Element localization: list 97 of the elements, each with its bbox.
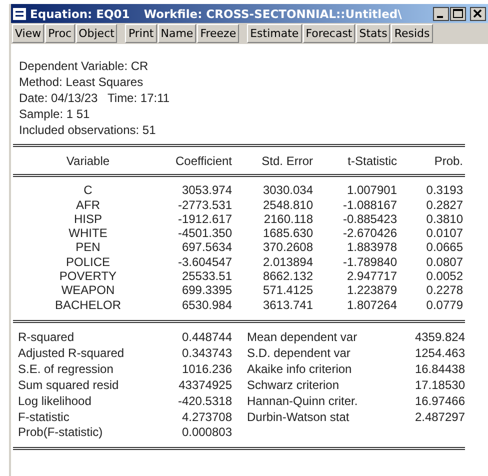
stat-value: 17.18530 bbox=[414, 378, 465, 394]
stat-label: Mean dependent var bbox=[247, 330, 358, 346]
output-header-line: Sample: 1 51 bbox=[19, 106, 91, 122]
table-cell-text: POVERTY bbox=[58, 269, 118, 284]
stat-value: 1254.463 bbox=[414, 346, 465, 362]
column-header: t-Statistic bbox=[346, 154, 397, 168]
table-cell-text: 3613.741 bbox=[262, 298, 313, 312]
toolbar-button[interactable]: Name bbox=[158, 24, 196, 43]
toolbar-button[interactable]: Object bbox=[76, 24, 118, 43]
table-cell-text: 3030.034 bbox=[262, 183, 313, 198]
stat-label: Adjusted R-squared bbox=[17, 346, 126, 362]
table-cell-text: 0.0107 bbox=[425, 226, 463, 240]
toolbar-button[interactable]: Stats bbox=[356, 24, 390, 43]
stat-value: 16.84438 bbox=[414, 362, 465, 378]
table-cell-text: 2.013894 bbox=[262, 254, 313, 270]
table-cell-text: 25533.51 bbox=[180, 269, 232, 284]
table-cell-text: 3053.974 bbox=[180, 183, 232, 198]
stat-label: Durbin-Watson stat bbox=[247, 410, 350, 426]
stat-value: 43374925 bbox=[178, 378, 232, 394]
table-cell-text: 1.223879 bbox=[346, 283, 397, 298]
stat-value: 4.273708 bbox=[180, 410, 232, 426]
stat-value: 4359.824 bbox=[414, 330, 465, 346]
table-cell-text: 699.3395 bbox=[180, 283, 232, 298]
output-header-line: Method: Least Squares bbox=[19, 74, 144, 90]
toolbar-button[interactable]: Proc bbox=[45, 24, 75, 43]
table-cell-text: 0.0807 bbox=[425, 254, 463, 270]
minimize-icon[interactable] bbox=[433, 6, 449, 20]
table-cell-text: 1.883978 bbox=[346, 240, 397, 255]
table-cell-text: -2.670426 bbox=[342, 226, 397, 240]
stat-label: Log likelihood bbox=[17, 394, 92, 410]
table-cell-text: -0.885423 bbox=[342, 212, 397, 226]
table-cell-text: POLICE bbox=[64, 254, 111, 270]
table-cell-text: PEN bbox=[74, 240, 102, 255]
stat-label: Hannan-Quinn criter. bbox=[247, 394, 359, 410]
table-cell-text: 0.3810 bbox=[425, 212, 463, 226]
table-cell-text: 1.007901 bbox=[346, 183, 397, 198]
stat-value: 0.343743 bbox=[180, 346, 232, 362]
table-cell-text: 0.0052 bbox=[425, 269, 463, 284]
stat-value: 2.487297 bbox=[414, 410, 465, 426]
table-cell-text: 697.5634 bbox=[180, 240, 232, 255]
maximize-icon[interactable] bbox=[450, 6, 466, 20]
table-cell-text: HISP bbox=[72, 212, 103, 226]
table-cell-text: 0.0665 bbox=[425, 240, 463, 255]
close-icon[interactable] bbox=[470, 6, 486, 20]
stat-label: S.E. of regression bbox=[17, 362, 114, 378]
column-header: Variable bbox=[65, 154, 111, 168]
table-cell-text: 8662.132 bbox=[262, 269, 313, 284]
toolbar-button[interactable]: Freeze bbox=[197, 24, 240, 43]
output-header-line: Dependent Variable: CR bbox=[19, 58, 150, 74]
table-cell-text: 2160.118 bbox=[262, 212, 313, 226]
window-title: Workfile: CROSS-SECTONNIAL::Untitled\ bbox=[144, 6, 402, 20]
toolbar-button[interactable]: Forecast bbox=[302, 24, 356, 43]
table-cell-text: 6530.984 bbox=[180, 298, 232, 312]
stat-label: R-squared bbox=[17, 330, 76, 346]
table-cell-text: 0.3193 bbox=[425, 183, 463, 198]
window-title: Equation: EQ01 bbox=[30, 6, 130, 20]
table-cell-text: 2548.810 bbox=[262, 198, 313, 212]
table-cell-text: -2773.531 bbox=[176, 198, 232, 212]
stat-value: 16.97466 bbox=[414, 394, 465, 410]
table-cell-text: -4501.350 bbox=[176, 226, 232, 240]
table-cell-text: 0.2827 bbox=[425, 198, 463, 212]
window-menu-icon[interactable] bbox=[13, 8, 26, 20]
table-cell-text: -1.088167 bbox=[342, 198, 397, 212]
table-cell-text: AFR bbox=[75, 198, 101, 212]
table-cell-text: -1.789840 bbox=[342, 254, 397, 270]
stat-label: F-statistic bbox=[17, 410, 70, 426]
stat-label: S.D. dependent var bbox=[247, 346, 352, 362]
stat-label: Sum squared resid bbox=[17, 378, 120, 394]
stat-label: Prob(F-statistic) bbox=[17, 425, 104, 442]
toolbar-button[interactable]: Resids bbox=[391, 24, 433, 43]
table-cell-text: C bbox=[82, 183, 94, 198]
table-cell-text: 1685.630 bbox=[262, 226, 313, 240]
stat-value: 1016.236 bbox=[180, 362, 232, 378]
column-header: Prob. bbox=[433, 154, 463, 168]
table-cell-text: WHITE bbox=[68, 226, 108, 240]
table-cell-text: 571.4125 bbox=[262, 283, 313, 298]
table-cell-text: 0.2278 bbox=[425, 283, 463, 298]
toolbar-button[interactable]: Estimate bbox=[247, 24, 302, 43]
stat-value: -420.5318 bbox=[176, 394, 232, 410]
column-header: Std. Error bbox=[260, 154, 313, 168]
stat-label: Akaike info criterion bbox=[247, 362, 353, 378]
table-cell-text: 370.2608 bbox=[262, 240, 313, 255]
table-cell-text: 0.0779 bbox=[425, 298, 463, 312]
output-header-line: Date: 04/13/23 Time: 17:11 bbox=[19, 90, 171, 106]
column-header: Coefficient bbox=[174, 154, 232, 168]
table-cell-text: -1912.617 bbox=[176, 212, 232, 226]
table-cell-text: 1.807264 bbox=[346, 298, 397, 312]
stat-value: 0.000803 bbox=[180, 425, 232, 442]
table-cell-text: -3.604547 bbox=[176, 254, 232, 270]
table-cell-text: BACHELOR bbox=[54, 298, 122, 312]
stat-label: Schwarz criterion bbox=[247, 378, 340, 394]
output-header-line: Included observations: 51 bbox=[19, 122, 157, 138]
stat-value: 0.448744 bbox=[180, 330, 232, 346]
table-cell-text: 2.947717 bbox=[346, 269, 397, 284]
toolbar-button[interactable]: Print bbox=[125, 24, 157, 43]
table-cell-text: WEAPON bbox=[60, 283, 116, 298]
toolbar-button[interactable]: View bbox=[12, 24, 44, 43]
